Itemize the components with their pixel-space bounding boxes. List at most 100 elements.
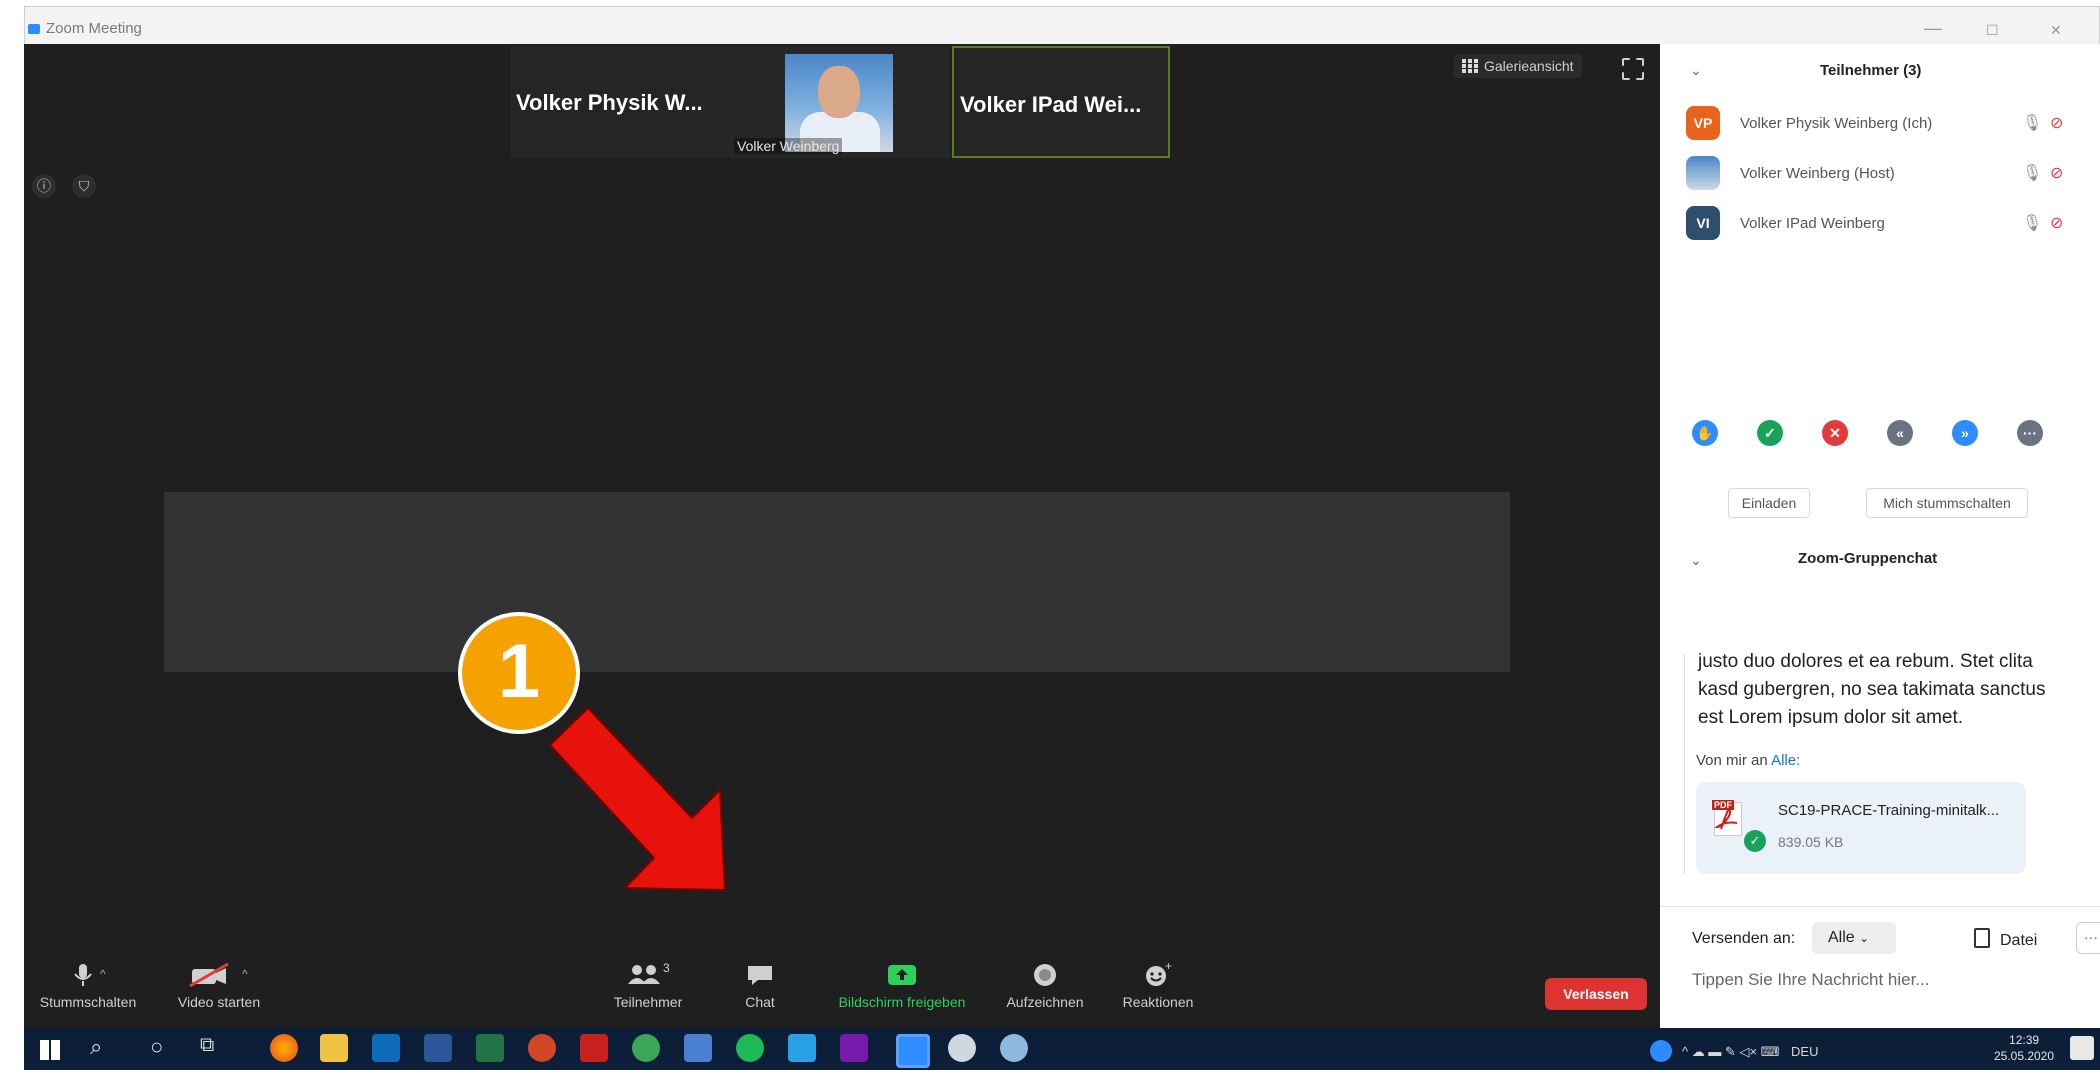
record-button[interactable]: Aufzeichnen	[995, 962, 1095, 1010]
app-icon[interactable]	[948, 1034, 976, 1062]
help-icon[interactable]	[1650, 1040, 1672, 1062]
microphone-icon[interactable]: 🎙	[2022, 213, 2042, 233]
start-video-label: Video starten	[177, 994, 261, 1010]
clock[interactable]: 12:39 25.05.2020	[1994, 1032, 2054, 1064]
slower-icon[interactable]: «	[1887, 420, 1913, 446]
raise-hand-icon[interactable]: ✋	[1692, 420, 1718, 446]
app-icon[interactable]	[736, 1034, 764, 1062]
microphone-icon: ^	[28, 962, 148, 988]
info-icon[interactable]: ⓘ	[32, 174, 56, 198]
thumbnail-name: Volker Weinberg	[734, 138, 843, 154]
search-icon[interactable]: ⌕	[90, 1034, 102, 1060]
word-icon[interactable]	[424, 1034, 452, 1062]
thumbnail-name: Volker IPad Wei...	[960, 92, 1142, 117]
zoom-taskbar-icon[interactable]	[896, 1034, 930, 1068]
cortana-icon[interactable]: ○	[150, 1034, 163, 1060]
close-button[interactable]: ✕	[2050, 22, 2062, 39]
excel-icon[interactable]	[476, 1034, 504, 1062]
no-icon[interactable]: ✕	[1822, 420, 1848, 446]
participants-icon: 3	[598, 961, 698, 988]
time: 12:39	[2009, 1033, 2040, 1047]
microphone-icon[interactable]: 🎙	[2022, 113, 2042, 133]
participants-title: Teilnehmer (3)	[1820, 62, 1922, 79]
svg-text:^: ^	[100, 967, 106, 981]
reactions-button[interactable]: + Reaktionen	[1108, 959, 1208, 1010]
send-to-select[interactable]: Alle ⌄	[1812, 922, 1896, 954]
chat-message-line: justo duo dolores et ea rebum. Stet clit…	[1698, 651, 2033, 672]
chat-message-line: est Lorem ipsum dolor sit amet.	[1698, 707, 1964, 728]
sender-target[interactable]: Alle:	[1771, 752, 1800, 769]
participant-count: 3	[663, 962, 670, 975]
gallery-view-label: Galerieansicht	[1484, 58, 1574, 74]
app-icon[interactable]	[788, 1034, 816, 1062]
participant-name: Volker Physik Weinberg (Ich)	[1740, 115, 1933, 132]
minimize-button[interactable]: —	[1924, 18, 1942, 39]
participants-button[interactable]: 3 Teilnehmer	[598, 961, 698, 1010]
file-size: 839.05 KB	[1778, 834, 1844, 850]
video-off-icon[interactable]: ⊘	[2050, 163, 2063, 183]
shield-icon[interactable]: ⛉	[72, 174, 96, 198]
chat-title: Zoom-Gruppenchat	[1798, 550, 1938, 567]
record-label: Aufzeichnen	[1006, 994, 1084, 1010]
chat-button[interactable]: Chat	[728, 962, 792, 1010]
video-off-icon[interactable]: ⊘	[2050, 113, 2063, 133]
video-thumbnail-3[interactable]: Volker IPad Wei...	[952, 46, 1170, 158]
firefox-icon[interactable]	[270, 1034, 298, 1062]
record-icon	[995, 962, 1095, 988]
start-video-button[interactable]: ^ Video starten	[164, 962, 274, 1010]
step-number-badge: 1	[458, 612, 580, 734]
network-app-icon[interactable]	[684, 1034, 712, 1062]
outlook-icon[interactable]	[372, 1034, 400, 1062]
file-attachment-card[interactable]	[1696, 782, 2026, 874]
faster-icon[interactable]: »	[1952, 420, 1978, 446]
invite-button[interactable]: Einladen	[1728, 488, 1810, 518]
chat-label: Chat	[745, 994, 775, 1010]
tray-icons[interactable]: ^ ☁ ▬ ✎ ◁× ⌨	[1682, 1044, 1779, 1059]
file-explorer-icon[interactable]	[320, 1034, 348, 1062]
app-icon[interactable]	[1000, 1034, 1028, 1062]
more-options-button[interactable]: ···	[2076, 922, 2100, 954]
mute-me-button[interactable]: Mich stummschalten	[1866, 488, 2028, 518]
shared-screen-area	[164, 492, 1510, 672]
collapse-participants-icon[interactable]: ⌄	[1690, 62, 1702, 79]
language-indicator[interactable]: DEU	[1791, 1044, 1818, 1059]
windows-start-icon[interactable]	[40, 1040, 60, 1060]
powerpoint-icon[interactable]	[528, 1034, 556, 1062]
leave-meeting-button[interactable]: Verlassen	[1545, 978, 1647, 1010]
acrobat-icon[interactable]	[580, 1034, 608, 1062]
check-icon: ✓	[1744, 830, 1766, 852]
video-off-icon[interactable]: ⊘	[2050, 213, 2063, 233]
file-name[interactable]: SC19-PRACE-Training-minitalk...	[1778, 802, 1999, 819]
system-tray[interactable]: ^ ☁ ▬ ✎ ◁× ⌨ DEU	[1650, 1040, 1818, 1062]
chat-message-line: kasd gubergren, no sea takimata sanctus	[1698, 679, 2046, 700]
divider	[1660, 906, 2100, 907]
collapse-chat-icon[interactable]: ⌄	[1690, 552, 1702, 569]
chat-message-input[interactable]: Tippen Sie Ihre Nachricht hier...	[1692, 970, 1930, 990]
svg-text:+: +	[1165, 962, 1172, 973]
avatar	[1686, 156, 1720, 190]
task-view-icon[interactable]: ⧉	[200, 1034, 214, 1057]
emoji-icon: +	[1108, 959, 1208, 988]
video-off-icon: ^	[164, 962, 274, 988]
mute-button[interactable]: ^ Stummschalten	[28, 962, 148, 1010]
microphone-icon[interactable]: 🎙	[2022, 163, 2042, 183]
participant-photo-face	[818, 66, 860, 118]
send-file-button[interactable]: Datei	[1974, 928, 2037, 950]
onenote-icon[interactable]	[840, 1034, 868, 1062]
browser-icon[interactable]	[632, 1034, 660, 1062]
video-thumbnail-1[interactable]: Volker Physik W...	[510, 46, 730, 158]
annotation-arrow-left	[548, 706, 727, 892]
yes-icon[interactable]: ✓	[1757, 420, 1783, 446]
avatar: VI	[1686, 206, 1720, 240]
reactions-label: Reaktionen	[1122, 994, 1194, 1010]
zoom-logo-icon	[28, 24, 40, 34]
sender-prefix: Von mir an	[1696, 752, 1768, 769]
file-button-label: Datei	[2000, 932, 2038, 949]
share-screen-button[interactable]: Bildschirm freigeben	[822, 962, 982, 1010]
maximize-button[interactable]: ☐	[1986, 22, 1999, 39]
gallery-view-button[interactable]: Galerieansicht	[1454, 54, 1582, 78]
notifications-icon[interactable]	[2070, 1036, 2094, 1060]
grid-icon	[1462, 59, 1478, 73]
more-icon[interactable]: ···	[2017, 420, 2043, 446]
participant-name: Volker IPad Weinberg	[1740, 215, 1885, 232]
